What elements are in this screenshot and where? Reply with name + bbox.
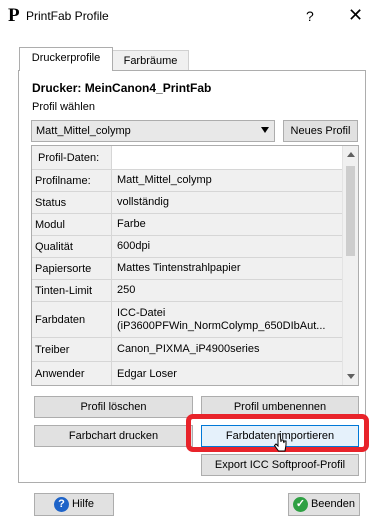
question-circle-icon: ?	[53, 496, 69, 512]
table-row[interactable]: Modul Farbe	[32, 214, 344, 236]
table-scrollbar[interactable]	[342, 146, 358, 385]
help-title-button[interactable]: ?	[306, 8, 314, 24]
print-color-chart-button[interactable]: Farbchart drucken	[34, 425, 193, 447]
table-row[interactable]: Profilname: Matt_Mittel_colymp	[32, 170, 344, 192]
profile-select[interactable]: Matt_Mittel_colymp	[31, 120, 275, 142]
export-icc-softproof-button[interactable]: Export ICC Softproof-Profil	[201, 454, 359, 476]
table-row[interactable]: Treiber Canon_PIXMA_iP4900series	[32, 338, 344, 362]
help-button-label: Hilfe	[71, 498, 94, 510]
printfab-logo-icon: P	[8, 5, 20, 26]
row-value: Edgar Loser	[117, 367, 177, 380]
scroll-up-icon[interactable]	[347, 152, 355, 157]
row-value: ICC-Datei (iP3600PFWin_NormColymp_650DIb…	[112, 302, 344, 337]
delete-profile-button[interactable]: Profil löschen	[34, 396, 193, 418]
pointer-cursor-icon	[273, 433, 287, 452]
help-button[interactable]: ? Hilfe	[34, 493, 114, 516]
row-key: Treiber	[32, 338, 112, 361]
title-bar: P PrintFab Profile ? ✕	[0, 0, 376, 32]
window-title: PrintFab Profile	[26, 9, 109, 23]
table-row[interactable]: Farbdaten ICC-Datei (iP3600PFWin_NormCol…	[32, 302, 344, 338]
row-value-line: ICC-Datei	[117, 306, 166, 319]
profile-select-value: Matt_Mittel_colymp	[36, 125, 131, 137]
row-value: 250	[117, 284, 136, 296]
profile-choose-label: Profil wählen	[32, 101, 95, 113]
profile-data-table[interactable]: Profil-Daten: Profilname: Matt_Mittel_co…	[31, 145, 359, 386]
row-value-line: (iP3600PFWin_NormColymp_650DIbAut...	[117, 319, 326, 332]
close-icon[interactable]: ✕	[348, 5, 363, 26]
tab-farbraeume[interactable]: Farbräume	[113, 50, 189, 72]
row-value: 600dpi	[117, 240, 151, 252]
row-key: Farbdaten	[32, 302, 112, 337]
printer-label: Drucker: MeinCanon4_PrintFab	[32, 81, 212, 95]
table-row[interactable]: Anwender Edgar Loser	[32, 362, 344, 385]
row-key: Papiersorte	[32, 258, 112, 279]
row-key: Anwender	[32, 362, 112, 385]
scroll-thumb[interactable]	[346, 166, 355, 256]
row-value: Farbe	[117, 218, 146, 230]
row-value: Matt_Mittel_colymp	[117, 174, 212, 186]
row-key: Modul	[32, 214, 112, 235]
row-key: Profilname:	[32, 170, 112, 191]
scroll-down-icon[interactable]	[347, 374, 355, 379]
chevron-down-icon	[261, 127, 269, 133]
table-row[interactable]: Tinten-Limit 250	[32, 280, 344, 302]
row-value: Canon_PIXMA_iP4900series	[117, 343, 260, 355]
quit-button[interactable]: ✓ Beenden	[288, 493, 360, 516]
table-row[interactable]: Papiersorte Mattes Tintenstrahlpapier	[32, 258, 344, 280]
row-value: Mattes Tintenstrahlpapier	[117, 262, 241, 274]
row-value: vollständig	[117, 196, 169, 208]
quit-button-label: Beenden	[310, 498, 356, 510]
row-key: Status	[32, 192, 112, 213]
table-header: Profil-Daten:	[32, 146, 112, 169]
table-header-row: Profil-Daten:	[32, 146, 344, 170]
table-row[interactable]: Status vollständig	[32, 192, 344, 214]
tab-druckerprofile[interactable]: Druckerprofile	[19, 47, 113, 71]
row-key: Qualität	[32, 236, 112, 257]
new-profile-button[interactable]: Neues Profil	[283, 120, 358, 142]
check-circle-icon: ✓	[292, 496, 308, 512]
table-row[interactable]: Qualität 600dpi	[32, 236, 344, 258]
row-key: Tinten-Limit	[32, 280, 112, 301]
